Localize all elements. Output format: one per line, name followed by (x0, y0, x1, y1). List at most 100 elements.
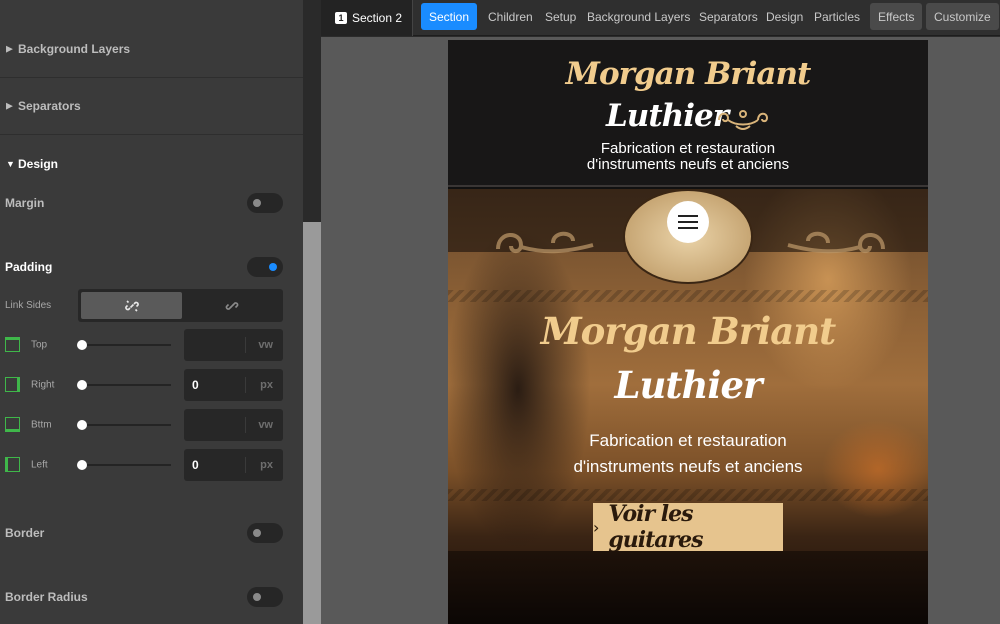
header-title-name: Morgan Briant (565, 56, 812, 92)
top-toolbar: 1 Section 2 Section Children Setup Backg… (321, 0, 1000, 36)
padding-side-label: Top (31, 339, 48, 351)
hero-subtitle-line-2: d'instruments neufs et anciens (573, 457, 803, 476)
padding-side-label: Bttm (31, 419, 52, 431)
flourish-ornament-icon (496, 231, 594, 254)
padding-bottom-icon (5, 417, 20, 432)
hero-stripe (448, 489, 928, 501)
padding-label: Padding (5, 260, 53, 274)
link-broken-icon (124, 299, 139, 312)
section-number-badge: 1 (335, 12, 347, 24)
hero-stripe (448, 290, 928, 302)
padding-bottom-row: Bttm vw (0, 409, 303, 441)
slider-knob[interactable] (77, 340, 87, 350)
panel-scrollbar-thumb[interactable] (303, 222, 321, 624)
link-sides-button[interactable] (181, 292, 282, 319)
hamburger-line (678, 221, 698, 223)
padding-bottom-input[interactable]: vw (184, 409, 283, 441)
padding-left-row: Left 0 px (0, 449, 303, 481)
divider (245, 377, 246, 393)
settings-panel: ▶ Background Layers ▶ Separators ▼ Desig… (0, 0, 303, 624)
page-preview: Morgan Briant Luthier Fabrication et res… (448, 40, 928, 624)
tab-background-layers[interactable]: Background Layers (587, 3, 690, 30)
header-subtitle-line-1: Fabrication et restauration (600, 140, 776, 157)
flourish-ornament-icon (718, 110, 769, 130)
hero-section: Morgan Briant Luthier Fabrication et res… (448, 189, 928, 624)
hamburger-menu-button[interactable] (667, 201, 709, 243)
hero-title-name: Morgan Briant (540, 309, 837, 353)
link-sides-control (78, 289, 283, 322)
divider (245, 417, 246, 433)
padding-right-row: Right 0 px (0, 369, 303, 401)
cta-label: Voir les guitares (608, 501, 703, 553)
padding-left-input[interactable]: 0 px (184, 449, 283, 481)
caret-right-icon: ▶ (6, 43, 13, 54)
padding-value: 0 (192, 458, 199, 472)
header-subtitle: Fabrication et restauration d'instrument… (448, 141, 928, 173)
header-subtitle-line-2: d'instruments neufs et anciens (586, 156, 790, 173)
padding-value: 0 (192, 378, 199, 392)
border-label: Border (5, 526, 45, 540)
divider (245, 457, 246, 473)
hero-title-luthier: Luthier (614, 363, 763, 407)
border-toggle[interactable] (247, 523, 283, 543)
tab-customize[interactable]: Customize (926, 3, 999, 30)
unit-selector[interactable]: vw (258, 419, 273, 431)
hero-dark-bottom (448, 551, 928, 624)
unit-selector[interactable]: px (260, 379, 273, 391)
unit-selector[interactable]: vw (258, 339, 273, 351)
caret-right-icon: ▶ (6, 100, 13, 111)
padding-top-slider[interactable] (77, 340, 171, 350)
tab-separators[interactable]: Separators (699, 3, 758, 30)
header-title-luthier: Luthier (606, 98, 729, 134)
tab-children[interactable]: Children (488, 3, 533, 30)
voir-les-guitares-button[interactable]: › Voir les guitares (593, 501, 783, 553)
slider-knob[interactable] (77, 420, 87, 430)
flourish-ornament-icon (787, 231, 885, 254)
caret-down-icon: ▼ (6, 158, 15, 169)
padding-top-icon (5, 337, 20, 352)
breadcrumb[interactable]: 1 Section 2 (321, 0, 413, 36)
padding-top-row: Top vw (0, 329, 303, 361)
tab-section[interactable]: Section (421, 3, 478, 30)
padding-left-slider[interactable] (77, 460, 171, 470)
section-label: Background Layers (18, 42, 131, 56)
breadcrumb-label: Section 2 (352, 11, 403, 25)
tab-particles[interactable]: Particles (814, 3, 860, 30)
preview-header: Morgan Briant Luthier Fabrication et res… (448, 40, 928, 187)
border-radius-label: Border Radius (5, 590, 88, 604)
border-option: Border (0, 513, 303, 553)
margin-toggle[interactable] (247, 193, 283, 213)
slider-knob[interactable] (77, 380, 87, 390)
unit-selector[interactable]: px (260, 459, 273, 471)
link-sides-label: Link Sides (5, 300, 52, 311)
padding-side-label: Right (31, 379, 55, 391)
section-separators[interactable]: ▶ Separators (0, 78, 303, 135)
section-label: Design (18, 156, 59, 171)
section-background-layers[interactable]: ▶ Background Layers (0, 21, 303, 78)
margin-option: Margin (0, 183, 303, 223)
padding-right-icon (5, 377, 20, 392)
tab-effects[interactable]: Effects (870, 3, 923, 30)
padding-toggle[interactable] (247, 257, 283, 277)
padding-right-slider[interactable] (77, 380, 171, 390)
padding-side-label: Left (31, 459, 48, 471)
hero-subtitle-line-1: Fabrication et restauration (589, 431, 787, 450)
padding-bottom-slider[interactable] (77, 420, 171, 430)
padding-right-input[interactable]: 0 px (184, 369, 283, 401)
padding-top-input[interactable]: vw (184, 329, 283, 361)
tab-setup[interactable]: Setup (545, 3, 576, 30)
chevron-right-icon: › (593, 517, 599, 537)
hero-subtitle: Fabrication et restauration d'instrument… (448, 428, 928, 480)
link-icon (225, 301, 238, 310)
padding-left-icon (5, 457, 20, 472)
unlink-sides-button[interactable] (81, 292, 182, 319)
hamburger-line (678, 227, 698, 229)
section-label: Separators (18, 99, 81, 113)
border-radius-toggle[interactable] (247, 587, 283, 607)
border-radius-option: Border Radius (0, 577, 303, 617)
hamburger-menu-icon (678, 215, 698, 217)
tab-design[interactable]: Design (766, 3, 803, 30)
padding-option: Padding (0, 247, 303, 287)
slider-knob[interactable] (77, 460, 87, 470)
margin-label: Margin (5, 196, 45, 210)
